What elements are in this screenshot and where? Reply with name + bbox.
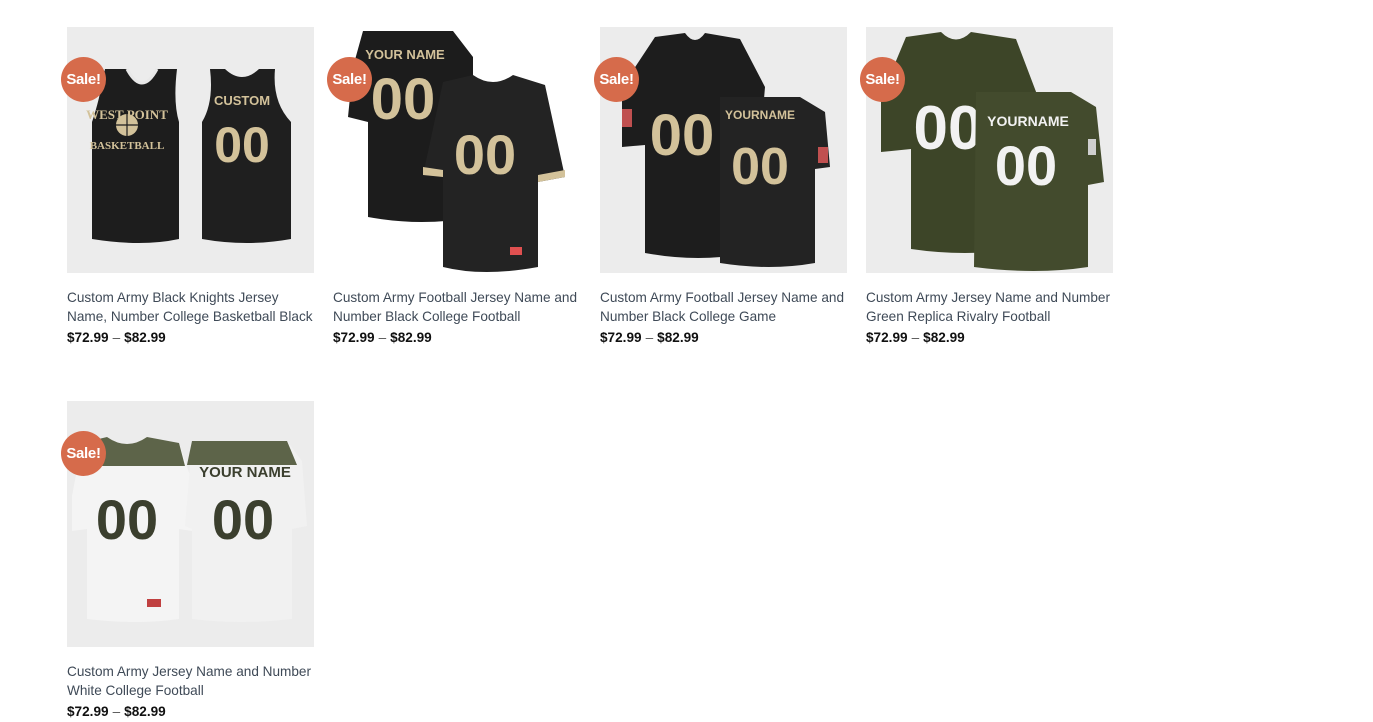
product-title-link[interactable]: Custom Army Jersey Name and Number Green… — [866, 289, 1113, 326]
price-separator: – — [112, 330, 121, 346]
sale-badge: Sale! — [860, 57, 905, 102]
price-max: $82.99 — [390, 330, 432, 346]
product-card: 00 YOURNAME 00 Sale! Custom Army Footbal… — [594, 27, 847, 348]
football-jersey-image: 00 YOURNAME 00 — [600, 27, 847, 273]
price-range: $72.99– $82.99 — [67, 702, 314, 722]
product-card: 00 YOUR NAME 00 Sale! Custom Army Jersey… — [61, 401, 314, 722]
product-image[interactable]: 00 YOURNAME 00 Sale! — [594, 27, 847, 273]
football-jersey-image: 00 YOURNAME 00 — [866, 27, 1113, 273]
svg-text:00: 00 — [731, 138, 789, 196]
svg-text:00: 00 — [914, 94, 983, 163]
svg-text:00: 00 — [371, 67, 436, 132]
price-min: $72.99 — [866, 330, 908, 346]
product-card: YOUR NAME 00 00 Sale! Custom Army Footba… — [327, 27, 580, 348]
sale-badge: Sale! — [61, 57, 106, 102]
product-title-link[interactable]: Custom Army Football Jersey Name and Num… — [600, 289, 847, 326]
svg-text:00: 00 — [650, 103, 715, 168]
price-range: $72.99– $82.99 — [866, 328, 1113, 348]
football-jersey-image: 00 YOUR NAME 00 — [67, 401, 314, 647]
basketball-jersey-image: WEST POINT BASKETBALL CUSTOM 00 — [67, 27, 314, 273]
svg-text:00: 00 — [212, 488, 274, 551]
price-separator: – — [911, 330, 920, 346]
sale-badge: Sale! — [327, 57, 372, 102]
svg-text:00: 00 — [454, 123, 516, 186]
product-image[interactable]: YOUR NAME 00 00 Sale! — [327, 27, 580, 273]
svg-text:YOURNAME: YOURNAME — [725, 108, 795, 122]
svg-text:00: 00 — [995, 134, 1057, 197]
sale-badge: Sale! — [61, 431, 106, 476]
product-image[interactable]: 00 YOURNAME 00 Sale! — [860, 27, 1113, 273]
price-separator: – — [645, 330, 654, 346]
price-min: $72.99 — [333, 330, 375, 346]
price-range: $72.99– $82.99 — [67, 328, 314, 348]
svg-text:CUSTOM: CUSTOM — [214, 93, 270, 108]
price-max: $82.99 — [657, 330, 699, 346]
price-min: $72.99 — [67, 330, 109, 346]
svg-text:YOUR NAME: YOUR NAME — [365, 47, 445, 62]
price-min: $72.99 — [600, 330, 642, 346]
price-range: $72.99– $82.99 — [333, 328, 580, 348]
svg-text:BASKETBALL: BASKETBALL — [90, 140, 165, 152]
price-max: $82.99 — [923, 330, 965, 346]
product-image[interactable]: WEST POINT BASKETBALL CUSTOM 00 Sale! — [61, 27, 314, 273]
product-card: 00 YOURNAME 00 Sale! Custom Army Jersey … — [860, 27, 1113, 348]
product-title-link[interactable]: Custom Army Black Knights Jersey Name, N… — [67, 289, 314, 326]
product-title-link[interactable]: Custom Army Football Jersey Name and Num… — [333, 289, 580, 326]
product-title-link[interactable]: Custom Army Jersey Name and Number White… — [67, 663, 314, 700]
price-max: $82.99 — [124, 330, 166, 346]
svg-text:00: 00 — [96, 488, 158, 551]
price-range: $72.99– $82.99 — [600, 328, 847, 348]
svg-text:YOUR NAME: YOUR NAME — [199, 464, 291, 481]
sale-badge: Sale! — [594, 57, 639, 102]
product-image[interactable]: 00 YOUR NAME 00 Sale! — [61, 401, 314, 647]
football-jersey-image: YOUR NAME 00 00 — [333, 27, 580, 273]
price-separator: – — [378, 330, 387, 346]
svg-text:00: 00 — [214, 117, 270, 173]
product-card: WEST POINT BASKETBALL CUSTOM 00 Sale! Cu… — [61, 27, 314, 348]
svg-text:YOURNAME: YOURNAME — [987, 113, 1069, 129]
